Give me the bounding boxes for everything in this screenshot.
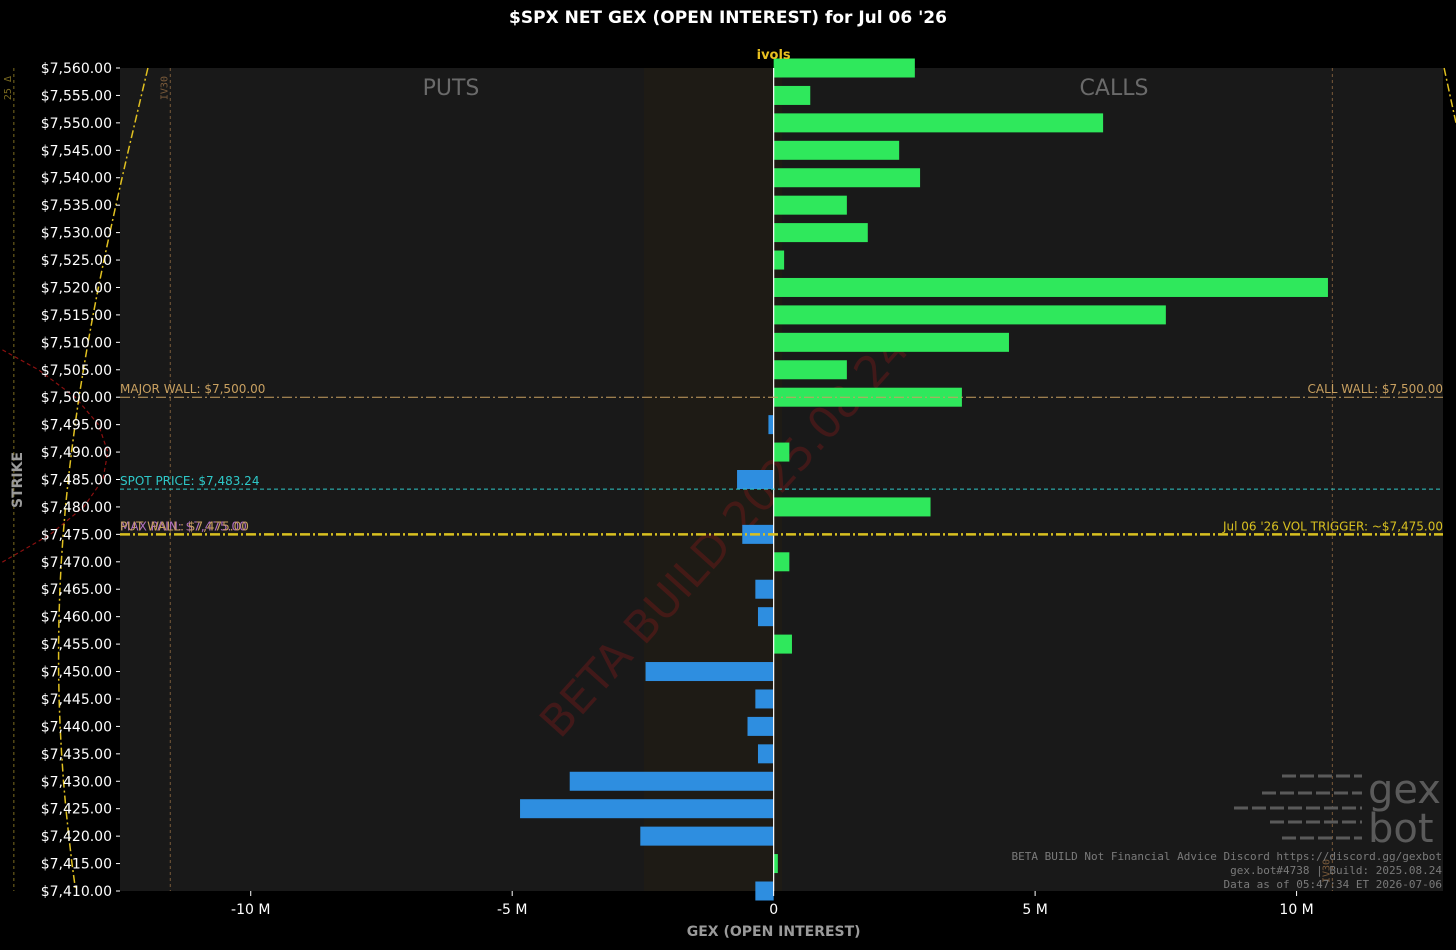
y-tick-label: $7,495.00: [41, 418, 112, 434]
y-tick-label: $7,460.00: [41, 610, 112, 626]
gex-bar: [773, 140, 900, 160]
gex-bar: [768, 415, 774, 435]
y-tick-label: $7,430.00: [41, 774, 112, 790]
gex-bar: [773, 113, 1104, 133]
gex-bar: [773, 854, 778, 874]
footer-line: BETA BUILD Not Financial Advice Discord …: [1012, 850, 1442, 863]
y-tick-label: $7,550.00: [41, 116, 112, 132]
y-tick-label: $7,560.00: [41, 61, 112, 77]
gex-bar: [773, 634, 792, 654]
gex-bar: [773, 58, 915, 78]
gex-bar: [773, 195, 847, 215]
y-tick-label: $7,530.00: [41, 226, 112, 242]
logo-text-bottom: bot: [1368, 806, 1434, 852]
y-tick-label: $7,445.00: [41, 692, 112, 708]
calls-label: CALLS: [1080, 76, 1149, 101]
y-tick-label: $7,555.00: [41, 88, 112, 104]
y-tick-label: $7,540.00: [41, 171, 112, 187]
y-tick-label: $7,480.00: [41, 500, 112, 516]
put-wall-label: PUT WALL: $7,475.00: [120, 519, 249, 533]
footer-line: gex.bot#4738 | Build: 2025.08.24: [1230, 864, 1442, 877]
gex-bar: [773, 277, 1328, 297]
gex-bar: [773, 250, 785, 270]
x-tick-label: 5 M: [1022, 902, 1047, 918]
x-tick-label: -10 M: [231, 902, 270, 918]
gex-bar: [755, 689, 774, 709]
y-tick-label: $7,465.00: [41, 582, 112, 598]
spot-price-label: SPOT PRICE: $7,483.24: [120, 474, 259, 488]
gex-bar: [737, 470, 774, 489]
gex-bar: [757, 744, 774, 764]
y-tick-label: $7,520.00: [41, 280, 112, 296]
y-axis-label: STRIKE: [10, 452, 26, 508]
top-axis-label: ivols: [757, 48, 791, 63]
y-tick-label: $7,440.00: [41, 719, 112, 735]
vol-trigger-label: Jul 06 '26 VOL TRIGGER: ~$7,475.00: [1222, 519, 1443, 533]
iv-marker-label: IV30: [159, 76, 170, 100]
gex-bar: [747, 716, 774, 736]
gex-bar: [755, 579, 774, 599]
y-tick-label: $7,535.00: [41, 198, 112, 214]
gex-bar: [569, 771, 774, 791]
y-tick-label: $7,475.00: [41, 527, 112, 543]
call-wall-label: CALL WALL: $7,500.00: [1308, 382, 1444, 396]
y-tick-label: $7,485.00: [41, 473, 112, 489]
gex-bar: [645, 662, 774, 682]
y-tick-label: $7,435.00: [41, 747, 112, 763]
x-tick-label: -5 M: [497, 902, 528, 918]
y-tick-label: $7,505.00: [41, 363, 112, 379]
call-ivol-curve: [1443, 67, 1456, 127]
gex-bar: [773, 552, 790, 572]
gex-bar: [773, 332, 1009, 352]
y-tick-label: $7,455.00: [41, 637, 112, 653]
gex-bar: [773, 168, 921, 188]
x-tick-label: 0: [769, 902, 778, 918]
gex-bar: [773, 305, 1166, 325]
gex-bar: [520, 799, 774, 819]
y-tick-label: $7,420.00: [41, 829, 112, 845]
major-wall-label: MAJOR WALL: $7,500.00: [120, 382, 265, 396]
gex-bar: [773, 223, 868, 243]
gex-bar: [773, 360, 847, 380]
footer-line: Data as of 05:47:34 ET 2026-07-06: [1223, 878, 1442, 891]
y-tick-label: $7,510.00: [41, 335, 112, 351]
gex-bar: [773, 85, 811, 105]
x-axis-label: GEX (OPEN INTEREST): [687, 924, 861, 940]
y-tick-label: $7,410.00: [41, 884, 112, 900]
y-tick-label: $7,500.00: [41, 390, 112, 406]
iv-marker-label: 25 Δ: [3, 76, 14, 100]
y-tick-label: $7,415.00: [41, 857, 112, 873]
gex-bar: [757, 607, 774, 627]
y-tick-label: $7,525.00: [41, 253, 112, 269]
y-tick-label: $7,515.00: [41, 308, 112, 324]
puts-label: PUTS: [423, 76, 480, 101]
gex-bar: [755, 881, 774, 901]
y-tick-label: $7,425.00: [41, 802, 112, 818]
gex-bar: [773, 497, 931, 517]
x-tick-label: 10 M: [1279, 902, 1313, 918]
gex-bar: [640, 826, 774, 846]
gex-chart: BETA BUILD 2025.08.24 IV30 1Y HIGHIV30 1…: [0, 48, 1456, 940]
y-tick-label: $7,545.00: [41, 143, 112, 159]
y-tick-label: $7,470.00: [41, 555, 112, 571]
y-tick-label: $7,450.00: [41, 665, 112, 681]
y-tick-label: $7,490.00: [41, 445, 112, 461]
gex-bar: [773, 442, 790, 462]
